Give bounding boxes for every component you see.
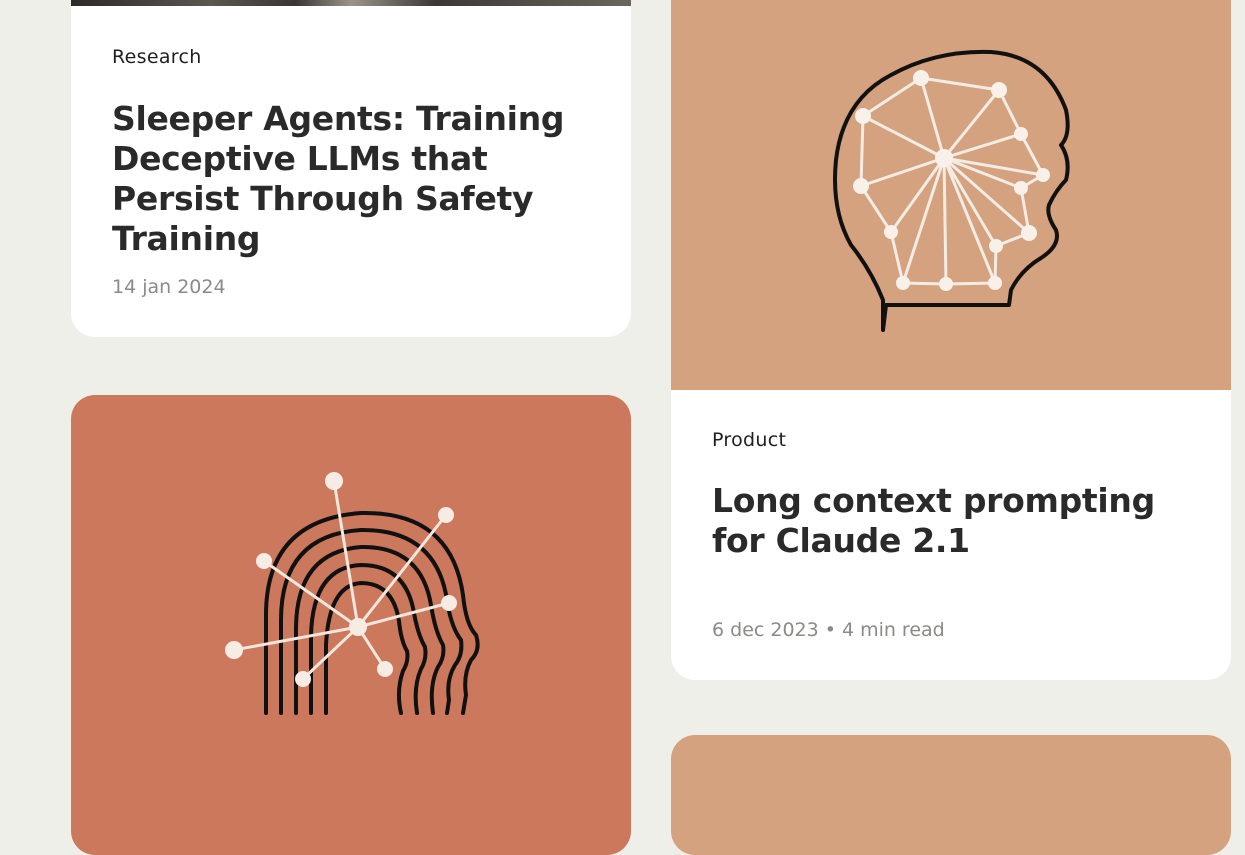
- article-card-sleeper-agents[interactable]: Research Sleeper Agents: Training Decept…: [71, 0, 631, 337]
- article-date: 6 dec 2023: [712, 619, 819, 641]
- meta-separator: •: [824, 619, 836, 641]
- article-category: Research: [112, 46, 202, 68]
- article-card-long-context[interactable]: Product Long context prompting for Claud…: [671, 0, 1231, 680]
- head-rays-illustration: [225, 472, 480, 715]
- article-date: 14 jan 2024: [112, 276, 226, 298]
- article-meta: 6 dec 2023 • 4 min read: [712, 619, 945, 641]
- article-card-illustration[interactable]: [71, 395, 631, 855]
- article-thumbnail-photo: [71, 0, 631, 6]
- article-title[interactable]: Sleeper Agents: Training Deceptive LLMs …: [112, 99, 612, 259]
- article-title[interactable]: Long context prompting for Claude 2.1: [712, 481, 1212, 561]
- article-read-time: 4 min read: [841, 619, 945, 641]
- article-illustration: [671, 0, 1231, 390]
- head-network-illustration: [833, 49, 1070, 332]
- article-card-partial[interactable]: [671, 735, 1231, 855]
- article-category: Product: [712, 429, 787, 451]
